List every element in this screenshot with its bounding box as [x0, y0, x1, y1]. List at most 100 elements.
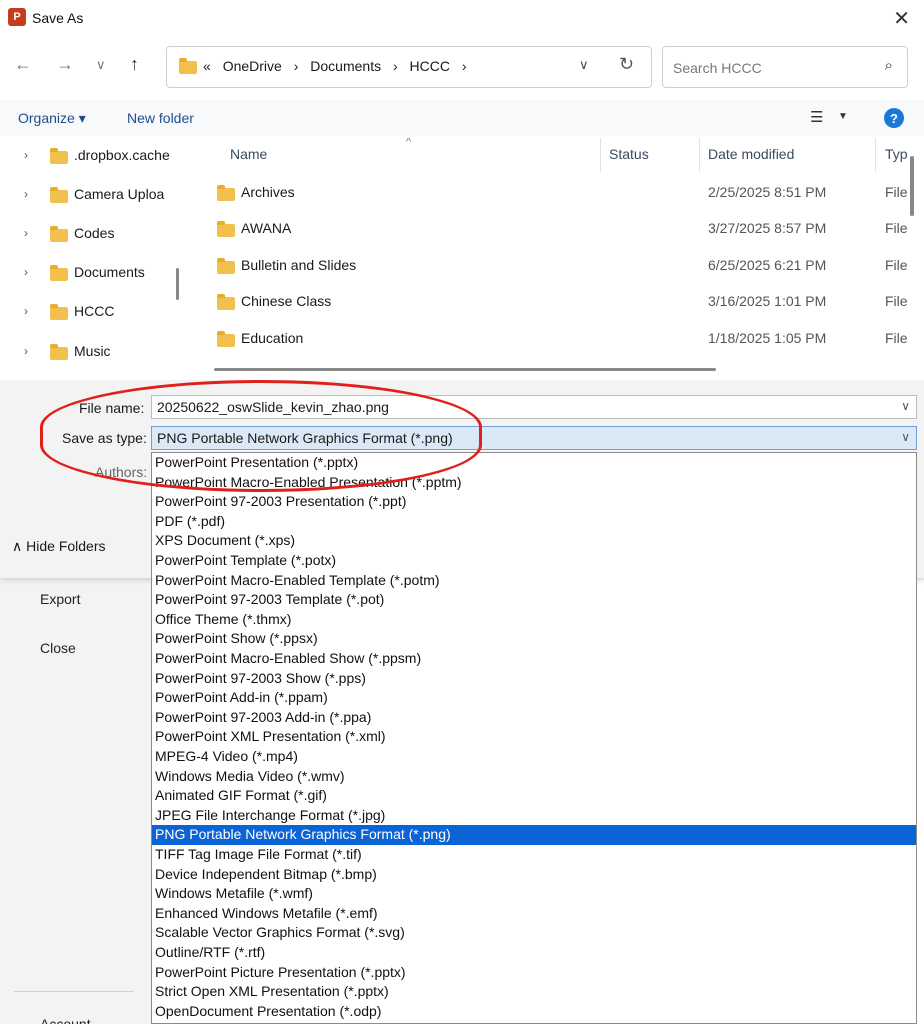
- expand-chevron-icon[interactable]: ›: [24, 344, 28, 358]
- table-row[interactable]: Education 1/18/2025 1:05 PM File: [192, 322, 908, 356]
- save-type-option[interactable]: PowerPoint Presentation (*.pptx): [152, 453, 916, 473]
- powerpoint-app-icon: P: [8, 8, 26, 26]
- table-row[interactable]: Chinese Class 3/16/2025 1:01 PM File: [192, 285, 908, 319]
- save-type-option[interactable]: Enhanced Windows Metafile (*.emf): [152, 904, 916, 924]
- save-type-option[interactable]: PowerPoint 97-2003 Template (*.pot): [152, 590, 916, 610]
- file-name: Chinese Class: [241, 293, 332, 309]
- expand-chevron-icon[interactable]: ›: [24, 226, 28, 240]
- tree-item[interactable]: › Codes: [0, 220, 182, 250]
- search-box[interactable]: Search HCCC ⌕: [662, 46, 908, 88]
- breadcrumb-onedrive[interactable]: OneDrive: [223, 58, 282, 74]
- up-arrow-icon[interactable]: ↑: [130, 54, 139, 75]
- view-options-icon[interactable]: ☰: [810, 108, 823, 126]
- breadcrumb-overflow[interactable]: «: [203, 58, 211, 74]
- file-name: Archives: [241, 184, 295, 200]
- tree-item[interactable]: › HCCC: [0, 298, 182, 328]
- column-divider[interactable]: [875, 138, 876, 172]
- help-icon[interactable]: ?: [884, 108, 904, 128]
- chevron-down-icon[interactable]: ∨: [901, 430, 910, 444]
- save-type-option[interactable]: XPS Document (*.xps): [152, 531, 916, 551]
- breadcrumb-separator[interactable]: ›: [393, 58, 398, 74]
- tree-item[interactable]: › .dropbox.cache: [0, 142, 182, 172]
- file-name: Education: [241, 330, 304, 346]
- save-type-option[interactable]: Office Theme (*.thmx): [152, 610, 916, 630]
- tree-item[interactable]: › Documents: [0, 259, 182, 289]
- column-header-status[interactable]: Status: [609, 146, 649, 162]
- file-type: File: [885, 330, 908, 346]
- table-row[interactable]: Bulletin and Slides 6/25/2025 6:21 PM Fi…: [192, 249, 908, 283]
- export-menu-item[interactable]: Export: [40, 591, 80, 607]
- save-type-option[interactable]: Windows Metafile (*.wmf): [152, 884, 916, 904]
- expand-chevron-icon[interactable]: ›: [24, 265, 28, 279]
- save-as-type-select[interactable]: PNG Portable Network Graphics Format (*.…: [151, 426, 917, 450]
- save-type-option[interactable]: PowerPoint Macro-Enabled Show (*.ppsm): [152, 649, 916, 669]
- expand-chevron-icon[interactable]: ›: [24, 187, 28, 201]
- save-type-option[interactable]: PowerPoint Picture Presentation (*.pptx): [152, 963, 916, 983]
- column-header-type[interactable]: Typ: [885, 146, 908, 162]
- hide-folders-label: Hide Folders: [26, 538, 106, 554]
- save-type-option[interactable]: JPEG File Interchange Format (*.jpg): [152, 806, 916, 826]
- vertical-scrollbar[interactable]: [910, 156, 914, 216]
- nav-scrollbar[interactable]: [176, 268, 179, 300]
- save-type-option[interactable]: PNG Portable Network Graphics Format (*.…: [152, 825, 916, 845]
- save-type-option[interactable]: Scalable Vector Graphics Format (*.svg): [152, 923, 916, 943]
- folder-icon: [217, 221, 235, 237]
- save-type-option[interactable]: TIFF Tag Image File Format (*.tif): [152, 845, 916, 865]
- breadcrumb-hccc[interactable]: HCCC: [410, 58, 450, 74]
- expand-chevron-icon[interactable]: ›: [24, 304, 28, 318]
- chevron-down-icon[interactable]: ∨: [901, 399, 910, 413]
- breadcrumb-separator[interactable]: ›: [462, 58, 467, 74]
- save-type-option[interactable]: PowerPoint Show (*.ppsx): [152, 629, 916, 649]
- horizontal-scrollbar[interactable]: [214, 368, 716, 371]
- save-type-option[interactable]: Outline/RTF (*.rtf): [152, 943, 916, 963]
- tree-item-label: Codes: [74, 225, 115, 241]
- account-menu-item[interactable]: Account: [40, 1016, 91, 1024]
- organize-button[interactable]: Organize ▾: [18, 110, 86, 127]
- file-date: 1/18/2025 1:05 PM: [708, 330, 827, 346]
- recent-locations-chevron-icon[interactable]: ∨: [96, 57, 106, 73]
- column-header-name[interactable]: Name: [230, 146, 267, 162]
- address-bar[interactable]: « OneDrive › Documents › HCCC › ∨ ↻: [166, 46, 652, 88]
- file-name-field[interactable]: 20250622_oswSlide_kevin_zhao.png ∨: [151, 395, 917, 419]
- forward-arrow-icon[interactable]: →: [56, 54, 74, 75]
- save-type-option[interactable]: Animated GIF Format (*.gif): [152, 786, 916, 806]
- table-row[interactable]: Archives 2/25/2025 8:51 PM File: [192, 176, 908, 210]
- folder-icon: [217, 258, 235, 274]
- save-type-option[interactable]: PowerPoint Add-in (*.ppam): [152, 688, 916, 708]
- save-type-option[interactable]: PowerPoint Macro-Enabled Presentation (*…: [152, 473, 916, 493]
- back-arrow-icon[interactable]: ←: [14, 54, 32, 75]
- expand-chevron-icon[interactable]: ›: [24, 148, 28, 162]
- tree-item[interactable]: › Music: [0, 338, 182, 368]
- save-type-option[interactable]: Device Independent Bitmap (*.bmp): [152, 865, 916, 885]
- save-type-option[interactable]: PowerPoint 97-2003 Show (*.pps): [152, 669, 916, 689]
- column-divider[interactable]: [600, 138, 601, 172]
- new-folder-button[interactable]: New folder: [127, 110, 194, 126]
- hide-folders-button[interactable]: ∧ Hide Folders: [12, 538, 106, 555]
- close-icon[interactable]: ✕: [893, 6, 910, 31]
- save-type-option[interactable]: PDF (*.pdf): [152, 512, 916, 532]
- file-name-label: File name:: [79, 400, 145, 416]
- file-date: 6/25/2025 6:21 PM: [708, 257, 827, 273]
- save-type-option[interactable]: PowerPoint 97-2003 Presentation (*.ppt): [152, 492, 916, 512]
- breadcrumb-separator[interactable]: ›: [294, 58, 299, 74]
- save-type-option[interactable]: MPEG-4 Video (*.mp4): [152, 747, 916, 767]
- view-dropdown-icon[interactable]: ▼: [838, 111, 848, 122]
- save-type-option[interactable]: Windows Media Video (*.wmv): [152, 767, 916, 787]
- folder-icon: [179, 58, 197, 74]
- save-type-option[interactable]: PowerPoint XML Presentation (*.xml): [152, 727, 916, 747]
- address-history-chevron-icon[interactable]: ∨: [579, 57, 589, 73]
- table-row[interactable]: AWANA 3/27/2025 8:57 PM File: [192, 212, 908, 246]
- breadcrumb-documents[interactable]: Documents: [310, 58, 381, 74]
- file-date: 3/16/2025 1:01 PM: [708, 293, 827, 309]
- column-divider[interactable]: [699, 138, 700, 172]
- save-type-option[interactable]: PowerPoint Template (*.potx): [152, 551, 916, 571]
- authors-label: Authors:: [95, 464, 148, 480]
- save-type-option[interactable]: PowerPoint Macro-Enabled Template (*.pot…: [152, 571, 916, 591]
- save-type-option[interactable]: Strict Open XML Presentation (*.pptx): [152, 982, 916, 1002]
- refresh-icon[interactable]: ↻: [619, 54, 634, 75]
- close-menu-item[interactable]: Close: [40, 640, 76, 656]
- tree-item[interactable]: › Camera Uploa: [0, 181, 182, 211]
- save-type-option[interactable]: PowerPoint 97-2003 Add-in (*.ppa): [152, 708, 916, 728]
- save-type-option[interactable]: OpenDocument Presentation (*.odp): [152, 1002, 916, 1022]
- column-header-date-modified[interactable]: Date modified: [708, 146, 794, 162]
